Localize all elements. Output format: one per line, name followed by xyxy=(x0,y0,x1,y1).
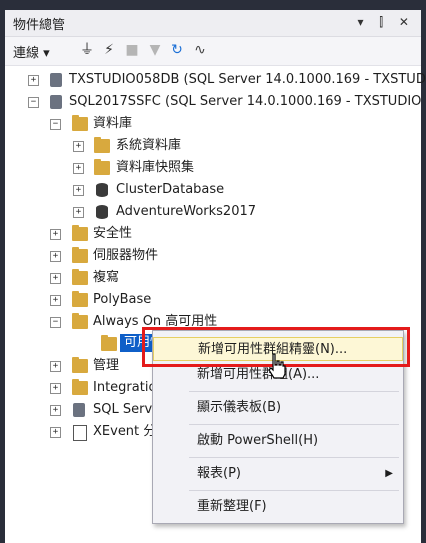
disconnect-plug-icon[interactable]: ⚡ xyxy=(100,41,118,59)
expand-icon[interactable]: + xyxy=(50,383,61,394)
panel-toolbar: 連線 ▾ ⏚ ⚡ ■ ▼ ↻ ∿ xyxy=(5,37,421,66)
expand-icon[interactable]: + xyxy=(50,273,61,284)
server-icon xyxy=(50,73,62,87)
expand-icon[interactable]: + xyxy=(50,405,61,416)
menu-separator xyxy=(189,424,399,425)
expand-icon[interactable]: + xyxy=(73,141,84,152)
menu-item-reports[interactable]: 報表(P) ▶ xyxy=(153,462,403,486)
folder-icon xyxy=(72,379,88,395)
panel-title: 物件總管 xyxy=(13,18,66,33)
tree-node-polybase[interactable]: + PolyBase xyxy=(5,290,421,310)
tree-label: 資料庫 xyxy=(93,116,133,131)
expand-icon[interactable]: + xyxy=(50,229,61,240)
tree-node-integration-services[interactable]: + Integratio xyxy=(5,378,157,398)
tree-label: 複寫 xyxy=(93,270,120,285)
panel-titlebar: 物件總管 ▾ ⫿ ✕ xyxy=(5,10,421,37)
expand-icon[interactable]: + xyxy=(28,75,39,86)
tree-node-databases[interactable]: − 資料庫 xyxy=(5,114,421,134)
expand-icon[interactable]: + xyxy=(50,427,61,438)
expand-icon[interactable]: + xyxy=(50,251,61,262)
hand-cursor-icon xyxy=(268,353,286,379)
tree-label: 管理 xyxy=(93,358,120,373)
tree-label: SQL Serve xyxy=(93,402,161,417)
filter-icon[interactable]: ▼ xyxy=(146,41,164,59)
tree-node-sql-server-agent[interactable]: + SQL Serve xyxy=(5,400,160,420)
tree-label: 資料庫快照集 xyxy=(116,160,195,175)
tree-label: AdventureWorks2017 xyxy=(116,204,257,219)
xevent-icon xyxy=(73,425,87,441)
tree-node-replication[interactable]: + 複寫 xyxy=(5,268,421,288)
tree-node-adventureworks[interactable]: + AdventureWorks2017 xyxy=(5,202,421,222)
expand-icon[interactable]: + xyxy=(50,295,61,306)
menu-item-show-dashboard[interactable]: 顯示儀表板(B) xyxy=(153,396,403,420)
expand-icon[interactable]: + xyxy=(73,163,84,174)
tree-node-security[interactable]: + 安全性 xyxy=(5,224,421,244)
menu-item-reports-label: 報表(P) xyxy=(197,466,241,481)
tree-label: 系統資料庫 xyxy=(116,138,182,153)
tree-label: Integratio xyxy=(93,380,157,395)
tree-node-server-objects[interactable]: + 伺服器物件 xyxy=(5,246,421,266)
folder-icon xyxy=(72,247,88,263)
tree-label: 安全性 xyxy=(93,226,133,241)
connect-plug-icon[interactable]: ⏚ xyxy=(78,41,96,59)
menu-separator xyxy=(189,457,399,458)
panel-window-buttons[interactable]: ▾ ⫿ ✕ xyxy=(357,15,415,30)
database-icon xyxy=(96,205,108,219)
tree-node-xevent[interactable]: + XEvent 分 xyxy=(5,422,157,442)
database-icon xyxy=(96,183,108,197)
tree-label: SQL2017SSFC (SQL Server 14.0.1000.169 - … xyxy=(69,94,422,109)
menu-item-start-powershell[interactable]: 啟動 PowerShell(H) xyxy=(153,429,403,453)
expand-icon[interactable]: + xyxy=(73,185,84,196)
folder-icon xyxy=(94,159,110,175)
folder-icon xyxy=(101,335,117,351)
window-frame-top xyxy=(0,0,426,10)
folder-icon xyxy=(72,269,88,285)
collapse-icon[interactable]: − xyxy=(50,119,61,130)
collapse-icon[interactable]: − xyxy=(50,317,61,328)
connect-dropdown[interactable]: 連線 ▾ xyxy=(13,42,50,61)
folder-icon xyxy=(72,115,88,131)
collapse-icon[interactable]: − xyxy=(28,97,39,108)
server-icon xyxy=(50,95,62,109)
menu-separator xyxy=(189,490,399,491)
activity-monitor-icon[interactable]: ∿ xyxy=(191,41,209,59)
agent-icon xyxy=(73,403,85,417)
folder-icon xyxy=(94,137,110,153)
folder-icon xyxy=(72,313,88,329)
tree-node-server-1[interactable]: + TXSTUDIO058DB (SQL Server 14.0.1000.16… xyxy=(5,70,426,90)
tree-label: PolyBase xyxy=(93,292,152,307)
refresh-icon[interactable]: ↻ xyxy=(168,41,186,59)
expand-icon[interactable]: + xyxy=(73,207,84,218)
tree-label: ClusterDatabase xyxy=(116,182,225,197)
tree-node-system-databases[interactable]: + 系統資料庫 xyxy=(5,136,421,156)
menu-separator xyxy=(189,391,399,392)
stop-icon[interactable]: ■ xyxy=(123,41,141,59)
menu-item-refresh[interactable]: 重新整理(F) xyxy=(153,495,403,519)
tree-label: 伺服器物件 xyxy=(93,248,159,263)
folder-icon xyxy=(72,225,88,241)
submenu-arrow-icon: ▶ xyxy=(385,468,393,479)
folder-icon xyxy=(72,291,88,307)
tree-node-server-2[interactable]: − SQL2017SSFC (SQL Server 14.0.1000.169 … xyxy=(5,92,421,112)
tree-node-cluster-database[interactable]: + ClusterDatabase xyxy=(5,180,421,200)
expand-icon[interactable]: + xyxy=(50,361,61,372)
folder-icon xyxy=(72,357,88,373)
tree-node-database-snapshots[interactable]: + 資料庫快照集 xyxy=(5,158,421,178)
tree-label: XEvent 分 xyxy=(93,424,157,439)
tree-label: TXSTUDIO058DB (SQL Server 14.0.1000.169 … xyxy=(69,72,426,87)
